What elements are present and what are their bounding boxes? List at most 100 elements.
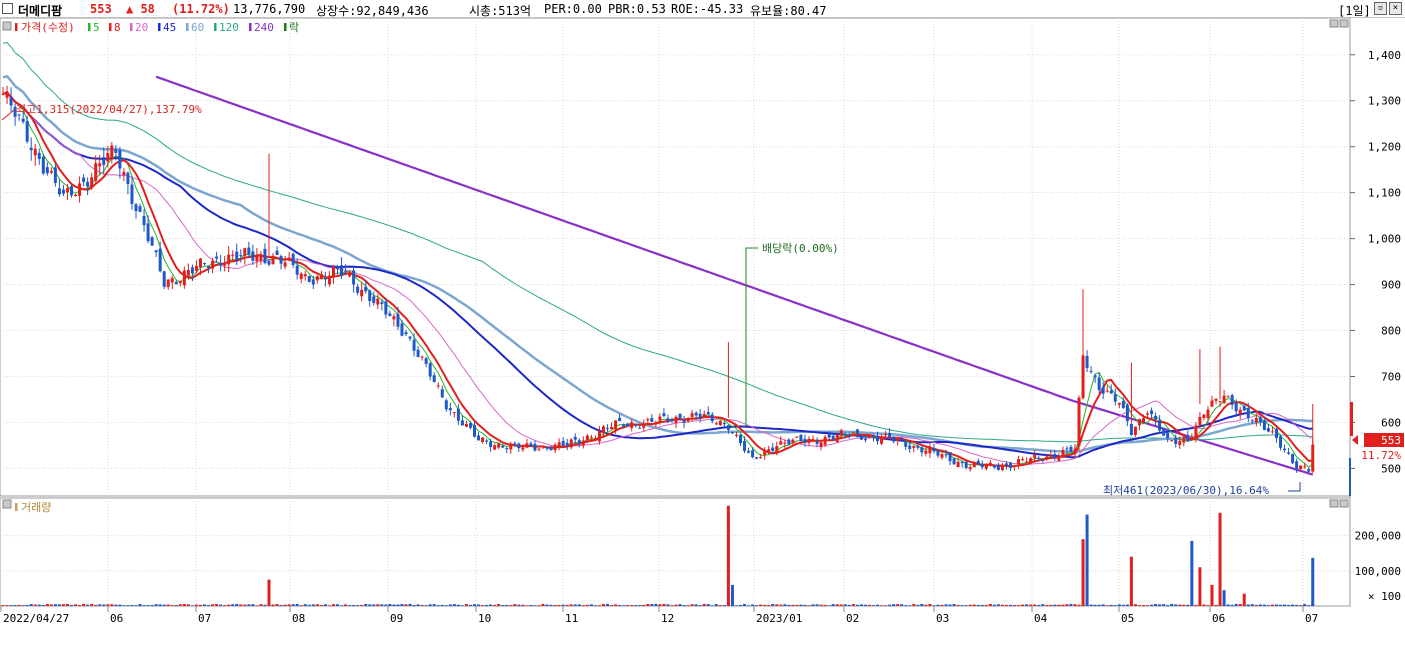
- candle-body: [194, 265, 198, 271]
- volume-bar: [65, 603, 69, 606]
- candle-body: [799, 434, 803, 441]
- volume-spike-bar: [1198, 567, 1202, 606]
- x-tick-label: 2022/04/27: [3, 612, 69, 625]
- candle-body: [1085, 356, 1089, 369]
- panel-maximize-icon[interactable]: [1339, 19, 1349, 28]
- volume-bar: [376, 604, 380, 606]
- candle-body: [537, 448, 541, 450]
- legend-ma-label: 120: [219, 21, 239, 34]
- candle-body: [1037, 457, 1041, 459]
- candle-body: [1069, 446, 1073, 452]
- volume-bar: [464, 604, 468, 606]
- volume-bar: [1133, 604, 1137, 606]
- volume-bar: [295, 604, 299, 606]
- candle-body: [662, 413, 666, 417]
- legend-ma-label: 8: [114, 21, 121, 34]
- close-icon[interactable]: ×: [1389, 2, 1402, 15]
- volume-bar: [61, 604, 65, 606]
- candle-body: [1021, 459, 1025, 461]
- stock-header-bar: 더메디팜 553 ▲ 58 (11.72%) 13,776,790 상장수:92…: [0, 0, 1405, 18]
- candle-body: [368, 290, 372, 301]
- volume-bar: [908, 605, 912, 606]
- panel-minimize-icon[interactable]: [1329, 19, 1339, 28]
- candle-body: [823, 436, 827, 445]
- candle-body: [1170, 440, 1174, 442]
- candle-body: [1246, 408, 1250, 418]
- candle-body: [1242, 406, 1246, 411]
- volume-bar: [920, 603, 924, 606]
- candle-body: [134, 204, 138, 211]
- volume-bar: [106, 604, 110, 606]
- volume-bar: [682, 605, 686, 606]
- pct-badge-text: 11.72%: [1361, 449, 1401, 462]
- candle-body: [565, 442, 569, 446]
- candle-body: [190, 267, 194, 274]
- candle-body: [412, 339, 416, 351]
- volume-bar: [1274, 604, 1278, 606]
- legend-ma-label: 20: [135, 21, 148, 34]
- volume-bar: [207, 605, 211, 606]
- volume-maximize-icon[interactable]: [1339, 499, 1349, 508]
- candle-body: [299, 273, 303, 280]
- candle-body: [25, 121, 29, 142]
- candle-body: [295, 265, 299, 275]
- scroll-handle[interactable]: [1349, 458, 1351, 496]
- volume-bar: [158, 604, 162, 606]
- candle-body: [811, 439, 815, 442]
- restore-icon[interactable]: ▫: [1374, 2, 1387, 15]
- volume-bar: [364, 603, 368, 606]
- volume-bar: [521, 604, 525, 606]
- volume-bar: [791, 604, 795, 606]
- volume-bar: [686, 605, 690, 606]
- candle-body: [1133, 426, 1137, 435]
- volume-bar: [271, 604, 275, 606]
- candle-body: [984, 464, 988, 469]
- candle-body: [722, 423, 726, 425]
- volume-bar: [493, 604, 497, 606]
- candle-body: [356, 286, 360, 293]
- candle-body: [348, 272, 352, 277]
- stock-chart[interactable]: 500 600 700 800 900 1,000 1,100 1,200 1,300 1,400…: [0, 18, 1405, 648]
- volume-minimize-icon[interactable]: [1329, 499, 1339, 508]
- candle-body: [1162, 428, 1166, 436]
- legend-ma-label: 240: [254, 21, 274, 34]
- volume-bar: [1174, 604, 1178, 606]
- volume-bar: [118, 604, 122, 606]
- candle-body: [622, 424, 626, 427]
- candle-body: [791, 439, 795, 443]
- volume-bar: [166, 604, 170, 606]
- volume-bar: [722, 605, 726, 606]
- legend-ex-label: 락: [289, 21, 299, 34]
- volume-bar: [940, 604, 944, 606]
- volume-bar: [601, 604, 605, 606]
- volume-bar: [150, 605, 154, 606]
- candle-body: [900, 438, 904, 440]
- volume-bar: [1105, 605, 1109, 606]
- volume-bar: [1021, 604, 1025, 606]
- checkbox-icon[interactable]: [2, 3, 13, 14]
- candle-body: [150, 237, 154, 246]
- volume-bar: [90, 603, 94, 606]
- price-badge-text: 553: [1381, 434, 1401, 447]
- volume-bar: [823, 604, 827, 606]
- candle-body: [61, 189, 65, 194]
- candle-body: [380, 302, 384, 304]
- candle-body: [178, 281, 182, 284]
- candle-body: [352, 270, 356, 285]
- volume-bar: [622, 605, 626, 606]
- candle-body: [1295, 461, 1299, 470]
- volume-bar: [17, 604, 21, 606]
- period-selector[interactable]: [1일]: [1338, 2, 1371, 19]
- volume-bar: [57, 604, 61, 606]
- candle-body: [477, 435, 481, 441]
- volume-tick-label: 100,000: [1355, 565, 1401, 578]
- candle-body: [1004, 463, 1008, 465]
- volume-bar: [49, 604, 53, 606]
- volume-bar: [702, 603, 706, 606]
- volume-menu-icon[interactable]: [2, 499, 12, 509]
- volume-bar: [630, 605, 634, 606]
- candle-body: [219, 262, 223, 266]
- candle-body: [1202, 414, 1206, 418]
- candle-body: [464, 424, 468, 427]
- panel-menu-icon[interactable]: [2, 21, 12, 31]
